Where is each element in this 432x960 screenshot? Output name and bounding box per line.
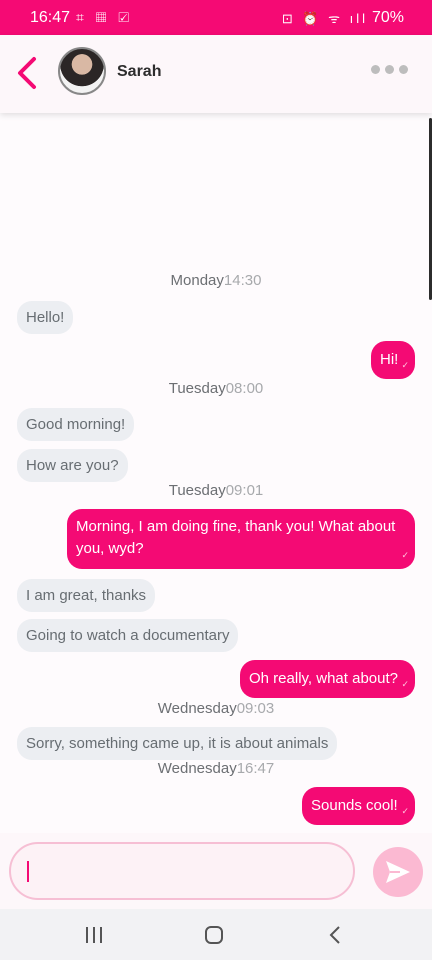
navigation-bar: [0, 909, 432, 960]
back-icon: [329, 926, 340, 944]
send-button[interactable]: [373, 847, 423, 897]
read-receipt-icon: ✓: [401, 550, 409, 560]
incoming-message[interactable]: Sorry, something came up, it is about an…: [17, 727, 338, 760]
system-back-button[interactable]: [328, 925, 342, 950]
incoming-message[interactable]: I am great, thanks: [17, 579, 156, 612]
date-separator: Tuesday08:00: [168, 380, 264, 397]
status-time: 16:47: [30, 9, 71, 26]
incoming-message[interactable]: Hello!: [17, 301, 74, 334]
incoming-message[interactable]: Going to watch a documentary: [17, 619, 239, 652]
outgoing-message[interactable]: Oh really, what about? ✓: [240, 660, 415, 698]
message-input[interactable]: [9, 842, 355, 900]
notification-icons: ⌗ ▦ ☑: [76, 9, 133, 25]
date-separator: Tuesday09:01: [168, 482, 264, 499]
battery-level: 70%: [371, 9, 404, 26]
text-caret: [27, 861, 29, 882]
recent-apps-icon: [86, 927, 102, 943]
home-icon: [205, 926, 223, 944]
status-bar: 16:47 ⌗ ▦ ☑ ⊡ ⏰ ᯤ ıll 70%: [0, 0, 432, 35]
incoming-message[interactable]: Good morning!: [17, 408, 135, 441]
contact-name[interactable]: Sarah: [117, 63, 161, 81]
date-separator: Wednesday16:47: [157, 760, 275, 777]
incoming-message[interactable]: How are you?: [17, 449, 128, 482]
avatar[interactable]: [58, 47, 106, 95]
read-receipt-icon: ✓: [401, 806, 409, 816]
recent-apps-button[interactable]: [85, 925, 103, 950]
chevron-left-icon: [18, 57, 36, 89]
system-status-icons: ⊡ ⏰ ᯤ ıll: [281, 11, 368, 26]
send-icon: [386, 861, 410, 883]
chat-header: Sarah: [0, 35, 432, 113]
composer-bar: [0, 833, 432, 909]
read-receipt-icon: ✓: [401, 679, 409, 689]
home-button[interactable]: [204, 925, 224, 950]
outgoing-message[interactable]: Morning, I am doing fine, thank you! Wha…: [67, 509, 415, 569]
outgoing-message[interactable]: Hi! ✓: [371, 341, 415, 379]
read-receipt-icon: ✓: [401, 360, 409, 370]
message-list[interactable]: Monday14:30 Hello! Hi! ✓ Tuesday08:00 Goo…: [0, 113, 432, 833]
back-button[interactable]: [12, 53, 46, 93]
date-separator: Monday14:30: [170, 272, 262, 289]
outgoing-message[interactable]: Sounds cool! ✓: [302, 787, 415, 825]
more-horizontal-icon: [371, 65, 380, 74]
date-separator: Wednesday09:03: [157, 700, 275, 717]
more-options-button[interactable]: [371, 65, 408, 74]
